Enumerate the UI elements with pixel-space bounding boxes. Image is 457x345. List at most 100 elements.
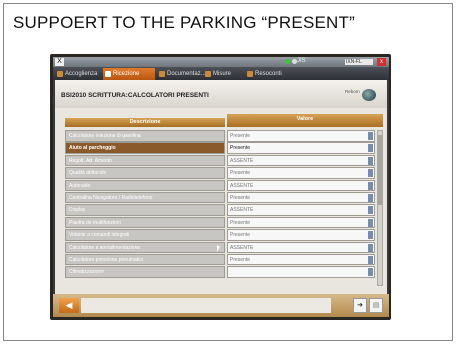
main-panel: BSI2010 SCRITTURA:CALCOLATORI PRESENTI R…	[55, 80, 387, 294]
tab-label: Documentaz...	[167, 71, 206, 77]
row-value: ASSENTE	[230, 207, 254, 214]
monitor-photo: X JIS IXN-FL x Accoglienza Ricezione Doc…	[50, 54, 391, 320]
table-row[interactable]: Calcolatore iniezione di gasolina Present…	[65, 130, 385, 142]
table-row[interactable]: Calcolatore pressione pneumatici Presente	[65, 253, 385, 266]
table-row[interactable]: Piastra de multifunzioni Presente	[65, 216, 385, 229]
confirm-button[interactable]: ➜	[353, 298, 367, 313]
row-value: Presente	[230, 170, 251, 177]
dropdown-arrow-icon[interactable]	[368, 218, 373, 227]
row-value-select[interactable]	[227, 266, 375, 278]
gauge-icon	[205, 71, 211, 77]
row-description: Centralina Navigatore / Radiotelefono	[65, 191, 225, 204]
row-description: Calcolatore pressione pneumatici	[65, 253, 225, 266]
row-value-select[interactable]: ASSENTE	[227, 204, 375, 216]
row-description: Display	[65, 204, 225, 216]
row-value: Presente	[230, 232, 251, 239]
table-row[interactable]: Display ASSENTE	[65, 204, 385, 216]
row-value-select[interactable]: Presente	[227, 167, 375, 179]
ecu-table: Descrizione Valore Calcolatore iniezione…	[65, 114, 385, 294]
diagnostic-screen: X JIS IXN-FL x Accoglienza Ricezione Doc…	[53, 57, 389, 317]
row-value: Presente	[230, 219, 251, 226]
dropdown-arrow-icon[interactable]	[368, 169, 373, 178]
tab-misure[interactable]: Misure	[203, 68, 234, 80]
row-value-select[interactable]: ASSENTE	[227, 154, 375, 167]
panel-sublabel: Reborn	[345, 89, 360, 94]
mouse-pointer-icon	[217, 245, 220, 252]
table-row-selected[interactable]: Aiuto al parcheggio Presente	[65, 142, 385, 154]
dropdown-arrow-icon[interactable]	[368, 206, 373, 215]
table-rows: Calcolatore iniezione di gasolina Present…	[65, 130, 385, 279]
report-icon	[247, 71, 253, 77]
row-description: Calcolatore a sovralimentazione	[65, 241, 225, 254]
print-button[interactable]: ▤	[369, 298, 383, 313]
row-value: Presente	[230, 194, 251, 201]
scrollbar-thumb[interactable]	[378, 135, 382, 205]
row-value: Presente	[230, 145, 251, 152]
table-scrollbar[interactable]	[377, 130, 383, 286]
dropdown-arrow-icon[interactable]	[368, 268, 373, 277]
car-icon	[105, 71, 111, 77]
row-value: ASSENTE	[230, 244, 254, 251]
app-logo: X	[55, 58, 64, 66]
row-description: Regolt. Ad. Amento	[65, 154, 225, 167]
message-area	[81, 298, 331, 313]
row-description: Calcolatore iniezione di gasolina	[65, 130, 225, 142]
tab-resoconti[interactable]: Resoconti	[245, 68, 285, 80]
dropdown-arrow-icon[interactable]	[368, 193, 373, 202]
table-row[interactable]: Climatizzazione	[65, 266, 385, 278]
back-button[interactable]: ◀	[59, 298, 79, 313]
row-value-select[interactable]: Presente	[227, 142, 375, 154]
table-row[interactable]: Regolt. Ad. Amento ASSENTE	[65, 154, 385, 167]
column-header-description: Descrizione	[65, 118, 225, 127]
row-description: Volante a comandi integrati	[65, 229, 225, 241]
panel-header: BSI2010 SCRITTURA:CALCOLATORI PRESENTI R…	[55, 80, 387, 108]
row-value: Presente	[230, 256, 251, 263]
dropdown-arrow-icon[interactable]	[368, 144, 373, 153]
tab-label: Ricezione	[113, 71, 140, 77]
dropdown-arrow-icon[interactable]	[368, 231, 373, 240]
table-row[interactable]: Calcolatore a sovralimentazione ASSENTE	[65, 241, 385, 254]
row-description: Climatizzazione	[65, 266, 225, 278]
row-value-select[interactable]: Presente	[227, 130, 375, 142]
tab-bar: Accoglienza Ricezione Documentaz... Misu…	[53, 67, 389, 80]
tab-label: Resoconti	[255, 71, 282, 77]
row-description: Qualità abitacolo	[65, 167, 225, 179]
table-row[interactable]: Autoradio ASSENTE	[65, 179, 385, 192]
row-value: ASSENTE	[230, 182, 254, 189]
top-status-bar: X JIS IXN-FL x	[53, 57, 389, 67]
footer-bar: ◀ ➜ ▤	[53, 294, 389, 317]
close-button[interactable]: x	[377, 58, 386, 66]
row-value-select[interactable]: Presente	[227, 253, 375, 266]
page-title: BSI2010 SCRITTURA:CALCOLATORI PRESENTI	[61, 92, 209, 99]
column-header-value: Valore	[227, 114, 383, 127]
document-icon	[159, 71, 165, 77]
home-icon	[57, 71, 63, 77]
row-value-select[interactable]: Presente	[227, 191, 375, 204]
slide-frame: SUPPOERT TO THE PARKING “PRESENT” X JIS …	[3, 3, 453, 341]
row-value-select[interactable]: ASSENTE	[227, 179, 375, 192]
table-row[interactable]: Volante a comandi integrati Presente	[65, 229, 385, 241]
table-row[interactable]: Centralina Navigatore / Radiotelefono Pre…	[65, 191, 385, 204]
row-value-select[interactable]: Presente	[227, 216, 375, 229]
tab-documentazione[interactable]: Documentaz...	[157, 68, 209, 80]
tab-label: Misure	[213, 71, 232, 77]
tab-ricezione[interactable]: Ricezione	[103, 68, 155, 80]
row-description: Piastra de multifunzioni	[65, 216, 225, 229]
dropdown-arrow-icon[interactable]	[368, 156, 373, 165]
dropdown-arrow-icon[interactable]	[368, 181, 373, 190]
connection-icon	[285, 59, 290, 64]
slide-caption: SUPPOERT TO THE PARKING “PRESENT”	[13, 13, 355, 32]
table-row[interactable]: Qualità abitacolo Presente	[65, 167, 385, 179]
row-description: Autoradio	[65, 179, 225, 192]
row-value: Presente	[230, 133, 251, 139]
dropdown-arrow-icon[interactable]	[368, 132, 373, 140]
status-indicator: JIS	[297, 58, 306, 64]
dropdown-arrow-icon[interactable]	[368, 255, 373, 264]
ecu-icon	[362, 89, 376, 101]
row-value-select[interactable]: Presente	[227, 229, 375, 241]
tab-label: Accoglienza	[65, 71, 98, 77]
dropdown-arrow-icon[interactable]	[368, 243, 373, 252]
status-field[interactable]: IXN-FL	[345, 59, 373, 65]
row-value-select[interactable]: ASSENTE	[227, 241, 375, 254]
tab-accoglienza[interactable]: Accoglienza	[55, 68, 100, 80]
